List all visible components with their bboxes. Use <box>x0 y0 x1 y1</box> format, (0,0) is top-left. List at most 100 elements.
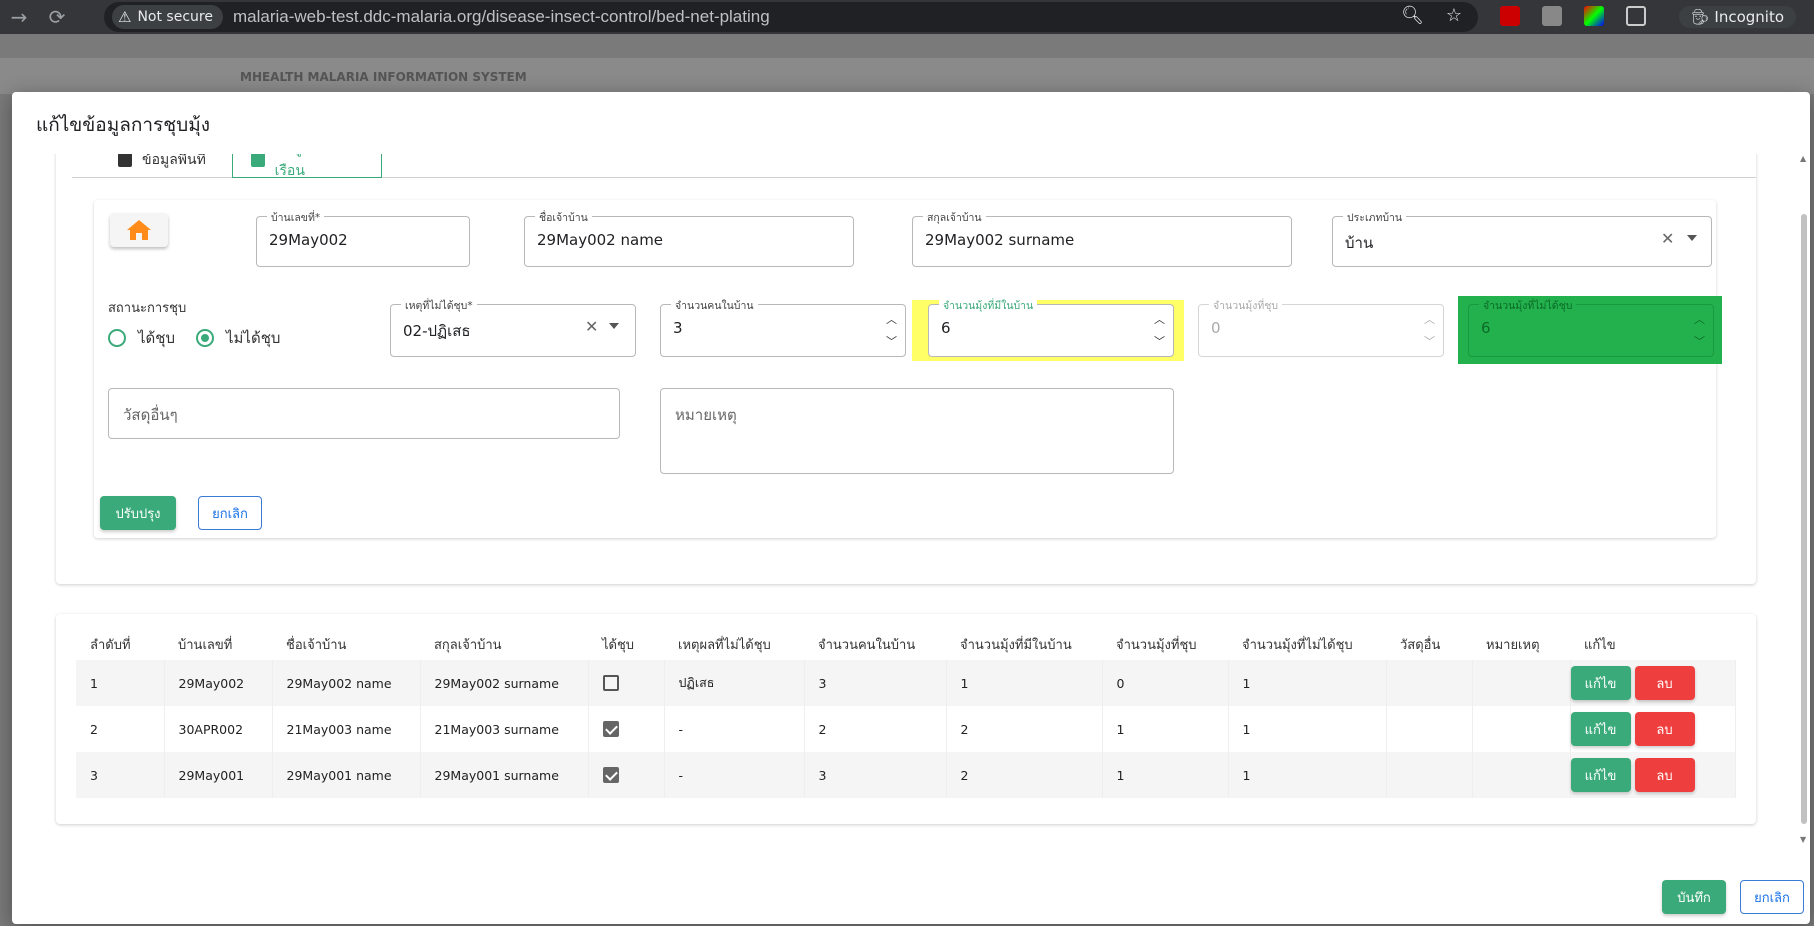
household-table: ลำดับที่ บ้านเลขที่ ชื่อเจ้าบ้าน สกุลเจ้… <box>76 628 1736 798</box>
house-tab-icon <box>251 154 265 167</box>
save-button[interactable]: บันทึก <box>1662 880 1726 914</box>
update-button[interactable]: ปรับปรุง <box>100 496 176 530</box>
remark-textarea[interactable]: หมายเหตุ <box>660 388 1174 474</box>
extensions-puzzle-icon[interactable] <box>1626 6 1646 26</box>
reason-label: เหตุที่ไม่ได้ชุบ* <box>401 297 477 314</box>
nets-in-house-value: 6 <box>941 319 951 337</box>
cell-people: 3 <box>804 752 947 798</box>
radio-dipped[interactable]: ได้ชุบ <box>108 326 175 350</box>
people-count-stepper[interactable]: ︿ ﹀ <box>886 309 897 353</box>
nets-dipped-label: จำนวนมุ้งที่ชุบ <box>1209 297 1283 314</box>
area-icon <box>118 154 132 167</box>
tab-area-info[interactable]: ข้อมูลพื้นที่ <box>100 154 224 178</box>
scroll-up-icon[interactable]: ▲ <box>1800 154 1806 163</box>
table-row: 2 30APR002 21May003 name 21May003 surnam… <box>76 706 1736 752</box>
dialog-cancel-button[interactable]: ยกเลิก <box>1740 880 1804 914</box>
col-other: วัสดุอื่น <box>1400 637 1441 653</box>
cell-remark <box>1472 706 1571 752</box>
row-edit-button[interactable]: แก้ไข <box>1570 712 1631 746</box>
tab-area-label: ข้อมูลพื้นที่ <box>142 154 206 168</box>
cell-nets-dipped: 1 <box>1102 706 1229 752</box>
row-edit-button[interactable]: แก้ไข <box>1570 666 1631 700</box>
radio-not-dipped[interactable]: ไม่ได้ชุบ <box>196 326 280 350</box>
incognito-badge[interactable]: 🕵︎ Incognito <box>1678 6 1796 28</box>
cell-actions: แก้ไข ลบ <box>1570 660 1736 706</box>
dipped-checkbox[interactable] <box>602 675 619 692</box>
table-row: 1 29May002 29May002 name 29May002 surnam… <box>76 660 1736 706</box>
form-cancel-button[interactable]: ยกเลิก <box>198 496 262 530</box>
reason-select[interactable]: เหตุที่ไม่ได้ชุบ* 02-ปฏิเสธ ✕ <box>390 297 636 357</box>
scroll-down-icon[interactable]: ▼ <box>1800 835 1806 844</box>
cell-other <box>1386 660 1473 706</box>
nets-in-house-stepper[interactable]: ︿ ﹀ <box>1154 309 1165 353</box>
col-no: ลำดับที่ <box>90 637 131 653</box>
col-remark: หมายเหตุ <box>1486 637 1540 653</box>
ga-extension-icon[interactable] <box>1542 6 1562 26</box>
scrollbar-thumb[interactable] <box>1801 214 1807 824</box>
cell-actions: แก้ไข ลบ <box>1570 752 1736 798</box>
house-no-field[interactable]: บ้านเลขที่* 29May002 <box>256 209 470 267</box>
extensions-area <box>1500 6 1646 26</box>
owner-name-label: ชื่อเจ้าบ้าน <box>535 209 592 226</box>
home-icon <box>127 220 151 240</box>
radio-dipped-circle[interactable] <box>108 329 126 347</box>
zoom-icon[interactable]: 🔍︎ <box>1401 5 1424 26</box>
clear-icon[interactable]: ✕ <box>1661 229 1674 248</box>
owner-name-field[interactable]: ชื่อเจ้าบ้าน 29May002 name <box>524 209 854 267</box>
other-materials-input[interactable]: วัสดุอื่นๆ <box>108 388 620 439</box>
cell-house-no: 29May002 <box>164 660 273 706</box>
col-reason: เหตุผลที่ไม่ได้ชุบ <box>678 637 771 653</box>
people-count-field[interactable]: จำนวนคนในบ้าน 3 ︿ ﹀ <box>660 297 906 357</box>
nets-in-house-label: จำนวนมุ้งที่มีในบ้าน <box>939 297 1038 314</box>
row-delete-button[interactable]: ลบ <box>1634 758 1695 792</box>
row-delete-button[interactable]: ลบ <box>1634 712 1695 746</box>
tab-household-info[interactable]: ข้อมูลครัวเรือน <box>232 154 382 179</box>
cell-nets-not-dipped: 1 <box>1228 752 1387 798</box>
people-count-label: จำนวนคนในบ้าน <box>671 297 758 314</box>
acrobat-extension-icon[interactable] <box>1500 6 1520 26</box>
incognito-label: Incognito <box>1714 8 1784 26</box>
browser-toolbar: → ⟳ ⚠ Not secure malaria-web-test.ddc-ma… <box>0 0 1814 34</box>
cell-other <box>1386 706 1473 752</box>
reload-icon[interactable]: ⟳ <box>38 5 76 29</box>
cell-nets-not-dipped: 1 <box>1228 706 1387 752</box>
home-button[interactable] <box>110 213 168 247</box>
clear-icon[interactable]: ✕ <box>585 317 598 336</box>
radio-not-dipped-circle[interactable] <box>196 329 214 347</box>
dipped-checkbox[interactable] <box>602 767 619 784</box>
cell-people: 2 <box>804 706 947 752</box>
bookmark-star-icon[interactable]: ☆ <box>1446 5 1462 26</box>
cell-house-no: 29May001 <box>164 752 273 798</box>
incognito-icon: 🕵︎ <box>1690 8 1715 26</box>
nets-in-house-field[interactable]: จำนวนมุ้งที่มีในบ้าน 6 ︿ ﹀ <box>928 297 1174 357</box>
owner-surname-value: 29May002 surname <box>925 231 1075 249</box>
cell-nets-dipped: 0 <box>1102 660 1229 706</box>
house-type-select[interactable]: ประเภทบ้าน บ้าน ✕ <box>1332 209 1712 267</box>
col-nets-not-dipped: จำนวนมุ้งที่ไม่ได้ชุบ <box>1242 637 1353 653</box>
chevron-down-icon[interactable] <box>609 323 619 329</box>
nets-dipped-value: 0 <box>1211 319 1221 337</box>
address-bar[interactable]: ⚠ Not secure malaria-web-test.ddc-malari… <box>104 2 1478 32</box>
nets-not-dipped-field: จำนวนมุ้งที่ไม่ได้ชุบ 6 ︿ ﹀ <box>1468 297 1714 357</box>
nets-dipped-stepper: ︿ ﹀ <box>1424 313 1435 348</box>
security-chip[interactable]: ⚠ Not secure <box>112 5 223 29</box>
cell-no: 3 <box>76 752 165 798</box>
nets-not-dipped-label: จำนวนมุ้งที่ไม่ได้ชุบ <box>1479 297 1577 314</box>
color-extension-icon[interactable] <box>1584 6 1604 26</box>
cell-no: 1 <box>76 660 165 706</box>
owner-surname-field[interactable]: สกุลเจ้าบ้าน 29May002 surname <box>912 209 1292 267</box>
cell-nets: 2 <box>946 706 1103 752</box>
table-row: 3 29May001 29May001 name 29May001 surnam… <box>76 752 1736 798</box>
chevron-down-icon[interactable] <box>1687 235 1697 241</box>
row-delete-button[interactable]: ลบ <box>1634 666 1695 700</box>
dipped-checkbox[interactable] <box>602 721 619 738</box>
forward-icon[interactable]: → <box>0 5 38 29</box>
url-text[interactable]: malaria-web-test.ddc-malaria.org/disease… <box>233 7 770 27</box>
cell-owner-name: 29May002 name <box>272 660 421 706</box>
house-no-value: 29May002 <box>269 231 348 249</box>
dialog-scrollbar[interactable]: ▲ ▼ <box>1800 154 1808 844</box>
cell-reason: - <box>664 752 805 798</box>
row-edit-button[interactable]: แก้ไข <box>1570 758 1631 792</box>
owner-surname-label: สกุลเจ้าบ้าน <box>923 209 986 226</box>
dialog-body: ข้อมูลพื้นที่ ข้อมูลครัวเรือน บ้านเลขที่… <box>12 154 1802 844</box>
